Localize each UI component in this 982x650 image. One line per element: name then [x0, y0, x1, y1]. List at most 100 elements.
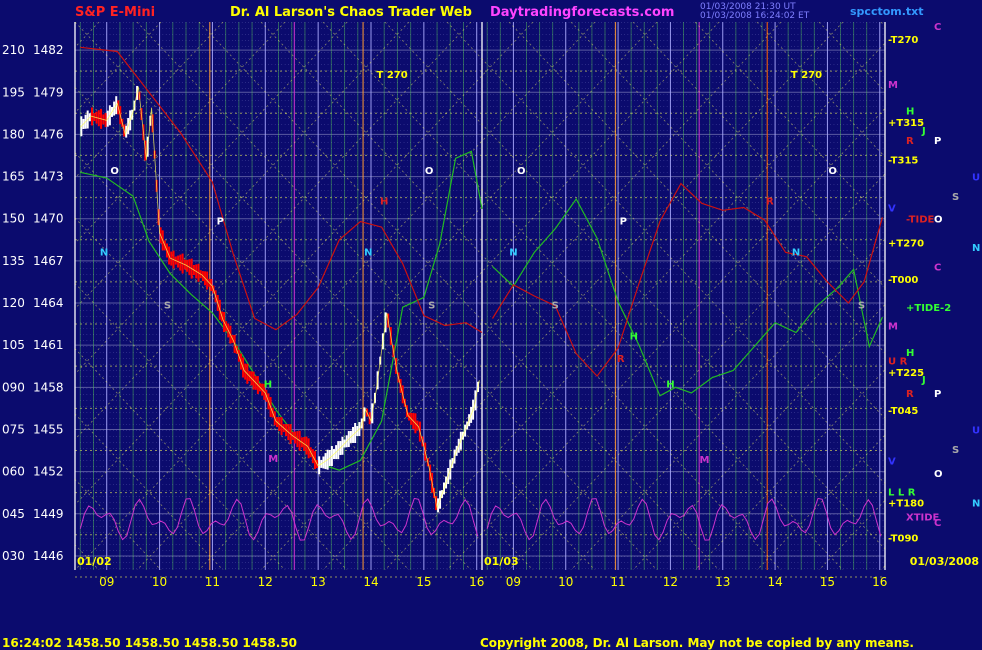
chart-marker-label: H — [380, 197, 388, 208]
y-axis-code-label: 120 — [2, 296, 25, 310]
y-axis-price-label: 1461 — [33, 338, 64, 352]
x-axis-hour-label: 09 — [506, 575, 521, 589]
x-axis-hour-label: 15 — [416, 575, 431, 589]
chart-marker-label: O — [110, 166, 119, 177]
y-axis-price-label: 1479 — [33, 85, 64, 99]
right-side-label: -T315 — [888, 156, 918, 167]
right-side-label: U — [972, 173, 980, 184]
chart-marker-label: R — [617, 354, 625, 365]
y-axis-price-label: 1446 — [33, 549, 64, 563]
y-axis-price-label: 1458 — [33, 380, 64, 394]
right-side-label: -T045 — [888, 406, 918, 417]
copyright: Copyright 2008, Dr. Al Larson. May not b… — [480, 636, 914, 650]
right-side-label: M — [888, 322, 898, 333]
y-axis-code-label: 105 — [2, 338, 25, 352]
right-side-label: L L R — [888, 487, 916, 498]
y-axis-price-label: 1470 — [33, 212, 64, 226]
right-side-label: N — [972, 243, 980, 254]
right-side-label: V — [888, 203, 896, 214]
x-axis-hour-label: 11 — [610, 575, 625, 589]
right-side-label: U — [972, 425, 980, 436]
y-axis-code-label: 210 — [2, 43, 25, 57]
y-axis-code-label: 165 — [2, 170, 25, 184]
chart-marker-label: S — [552, 301, 559, 312]
right-side-label: O — [934, 215, 943, 226]
y-axis-code-label: 075 — [2, 422, 25, 436]
chart-marker-label: T 270 — [791, 70, 822, 81]
right-side-label: O — [934, 469, 943, 480]
quote-line: 16:24:02 1458.50 1458.50 1458.50 1458.50 — [2, 636, 298, 650]
right-side-label: C — [934, 518, 941, 529]
x-axis-hour-label: 12 — [663, 575, 678, 589]
x-axis-hour-label: 10 — [152, 575, 167, 589]
right-side-label: +T225 — [888, 368, 924, 379]
symbol-title: S&P E-Mini — [75, 5, 156, 20]
chart-marker-label: T 270 — [377, 70, 408, 81]
y-axis-price-label: 1482 — [33, 43, 64, 57]
y-axis-price-label: 1452 — [33, 465, 64, 479]
right-side-label: -T270 — [888, 35, 918, 46]
y-axis-price-label: 1476 — [33, 127, 64, 141]
datetime-stamp-2: 01/03/2008 16:24:02 ET — [700, 11, 810, 21]
right-side-label: R — [906, 136, 914, 147]
y-axis-price-label: 1455 — [33, 422, 64, 436]
right-side-label: J — [921, 126, 926, 137]
right-side-label: +T180 — [888, 499, 924, 510]
y-axis-code-label: 045 — [2, 507, 25, 521]
chart-background — [0, 0, 982, 650]
right-side-label: H — [906, 107, 914, 118]
chart-marker-label: R — [766, 197, 774, 208]
chaos-trader-chart: ONPST 270MHHONSNOSPMHHRT 270RNOS 210 1482… — [0, 0, 982, 650]
x-axis-day1-label: 01/02 — [77, 555, 112, 568]
right-side-label: +TIDE-2 — [906, 303, 951, 314]
y-axis-code-label: 135 — [2, 254, 25, 268]
right-side-label: -T000 — [888, 275, 918, 286]
chart-marker-label: S — [428, 301, 435, 312]
x-axis-hour-label: 14 — [363, 575, 378, 589]
x-axis-hour-label: 12 — [258, 575, 273, 589]
chart-marker-label: M — [699, 455, 709, 466]
y-axis-code-label: 180 — [2, 127, 25, 141]
chart-marker-label: N — [364, 247, 372, 258]
x-axis-hour-label: 14 — [767, 575, 782, 589]
right-side-label: N — [972, 499, 980, 510]
right-side-label: P — [934, 389, 941, 400]
site-link[interactable]: Daytradingforecasts.com — [490, 5, 674, 20]
x-axis-day2-label: 01/03 — [484, 555, 519, 568]
chart-marker-label: N — [509, 247, 517, 258]
right-side-label: -TIDE — [906, 215, 935, 226]
x-axis-hour-label: 09 — [99, 575, 114, 589]
right-side-label: +T315 — [888, 118, 924, 129]
chart-marker-label: O — [425, 166, 434, 177]
right-side-label: -T090 — [888, 534, 918, 545]
y-axis-price-label: 1449 — [33, 507, 64, 521]
x-axis-hour-label: 11 — [205, 575, 220, 589]
chart-marker-label: P — [217, 216, 224, 227]
y-axis-code-label: 090 — [2, 380, 25, 394]
chart-marker-label: P — [620, 216, 627, 227]
right-side-label: S — [952, 192, 959, 203]
chart-marker-label: N — [100, 247, 108, 258]
right-side-label: J — [921, 375, 926, 386]
chart-marker-label: O — [517, 166, 526, 177]
chart-marker-label: M — [268, 454, 278, 465]
y-axis-price-label: 1473 — [33, 170, 64, 184]
chart-marker-label: H — [666, 379, 674, 390]
right-side-label: U R — [888, 357, 908, 368]
y-axis-price-label: 1467 — [33, 254, 64, 268]
x-axis-hour-label: 16 — [872, 575, 887, 589]
chart-marker-label: H — [630, 332, 638, 343]
file-name: spcctom.txt — [850, 5, 924, 18]
x-axis-hour-label: 13 — [311, 575, 326, 589]
x-axis-hour-label: 10 — [558, 575, 573, 589]
x-axis-hour-label: 16 — [469, 575, 484, 589]
right-side-label: C — [934, 22, 941, 33]
y-axis-code-label: 195 — [2, 85, 25, 99]
y-axis-price-label: 1464 — [33, 296, 64, 310]
right-side-label: P — [934, 136, 941, 147]
right-side-label: R — [906, 389, 914, 400]
right-side-label: S — [952, 445, 959, 456]
x-axis-hour-label: 13 — [715, 575, 730, 589]
right-side-label: M — [888, 80, 898, 91]
chart-marker-label: H — [264, 379, 272, 390]
